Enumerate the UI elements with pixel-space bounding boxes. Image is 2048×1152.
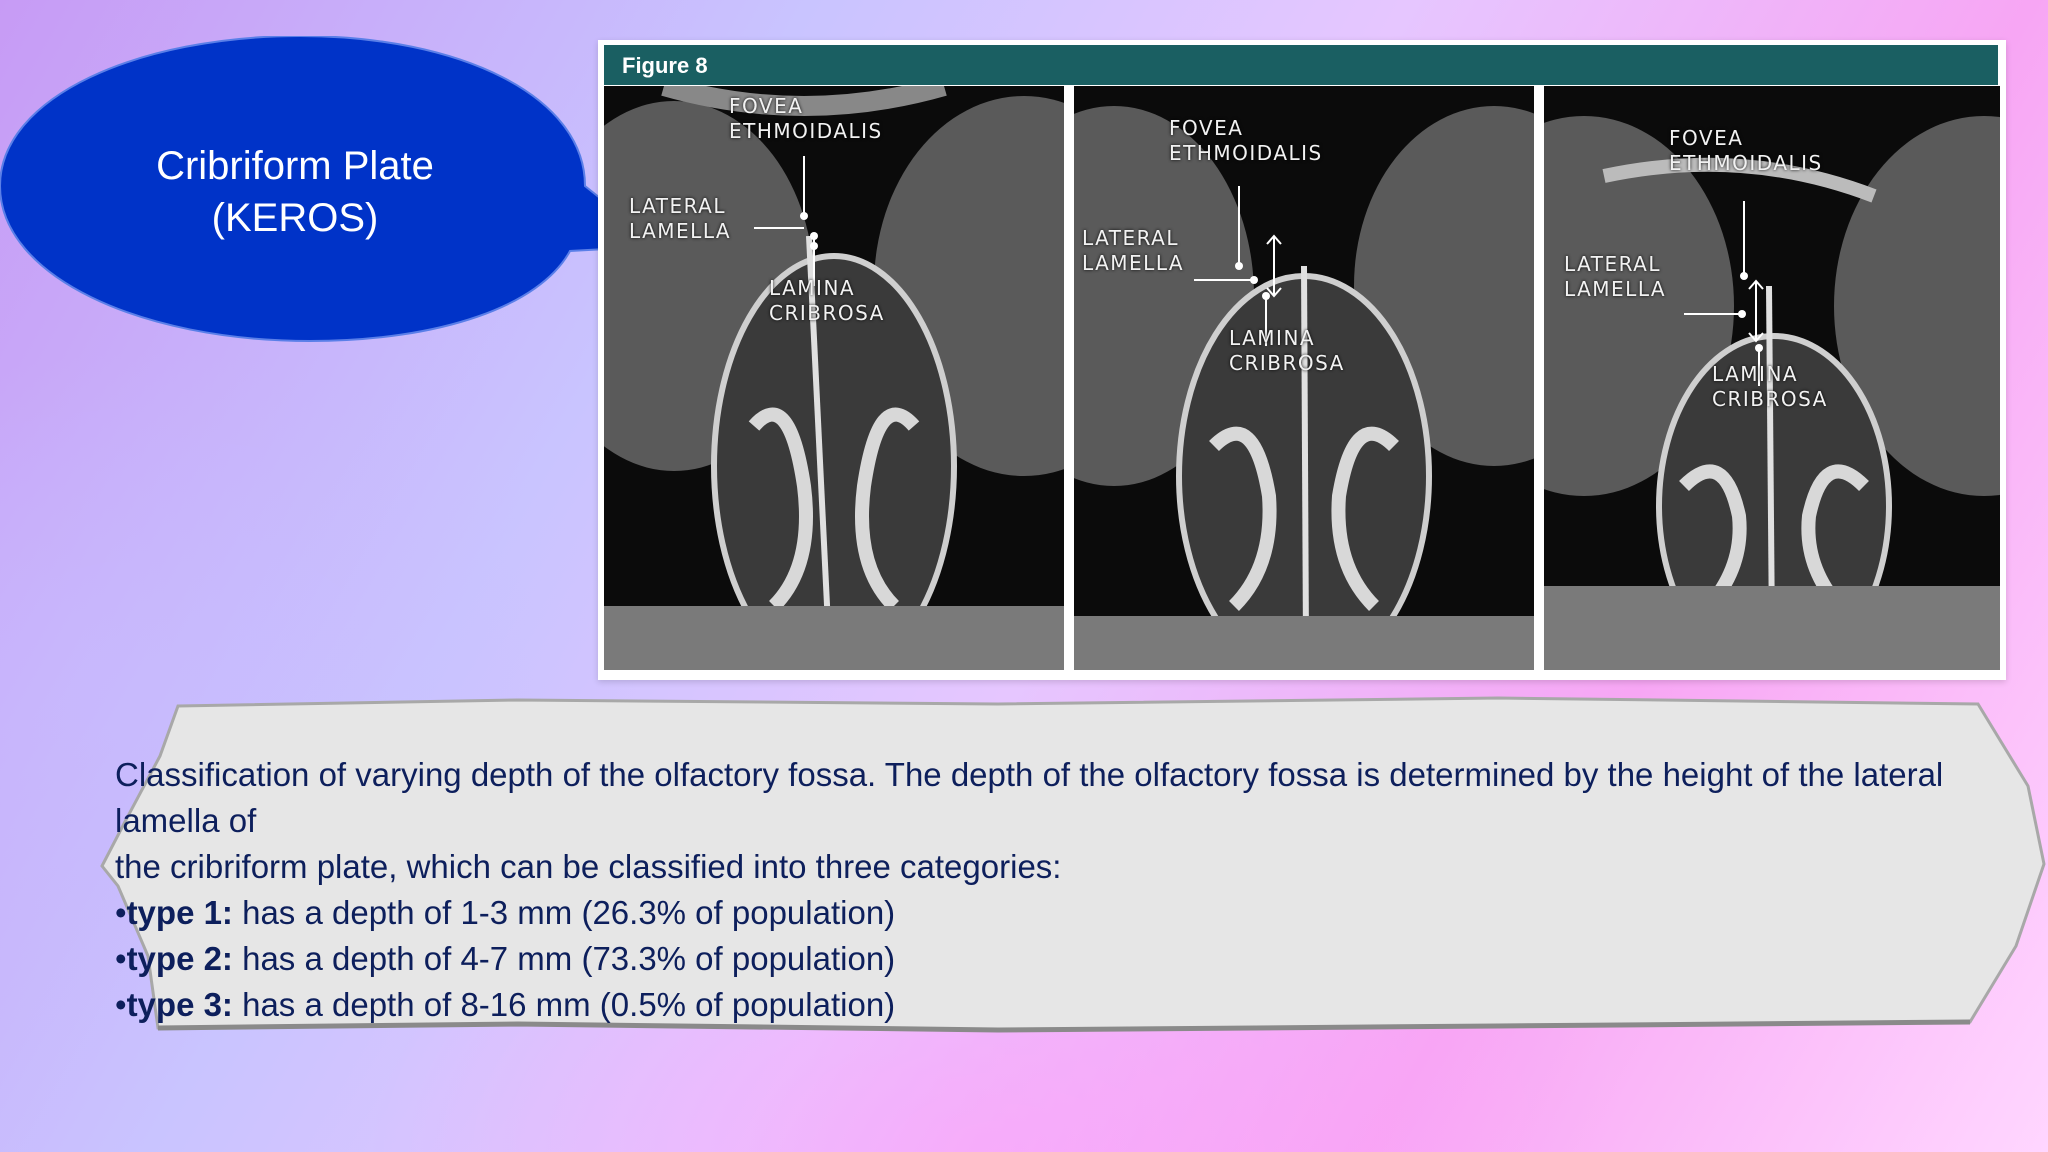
fovea-label-1: FOVEA ETHMOIDALIS (729, 94, 883, 144)
lamina-label-3: LAMINA CRIBROSA (1712, 362, 1828, 412)
lateral-label-2-line-1: LATERAL (1082, 226, 1179, 250)
lamina-label-2-line-1: LAMINA (1229, 326, 1316, 350)
lamina-label-1: LAMINA CRIBROSA (769, 276, 885, 326)
type-1-label: type 1: (126, 894, 233, 931)
lamina-label-1-line-2: CRIBROSA (769, 301, 885, 325)
callout-line-1: Cribriform Plate (156, 144, 434, 188)
callout-text: Cribriform Plate (KEROS) (60, 140, 530, 244)
lamina-label-2: LAMINA CRIBROSA (1229, 326, 1345, 376)
description-intro-line-1: Classification of varying depth of the o… (115, 756, 1944, 839)
lateral-label-2-line-2: LAMELLA (1082, 251, 1185, 275)
fovea-label-1-line-2: ETHMOIDALIS (729, 119, 883, 143)
fovea-label-3: FOVEA ETHMOIDALIS (1669, 126, 1823, 176)
fovea-label-2-line-1: FOVEA (1169, 116, 1244, 140)
fovea-label-2-line-2: ETHMOIDALIS (1169, 141, 1323, 165)
fovea-label-2: FOVEA ETHMOIDALIS (1169, 116, 1323, 166)
type-2-label: type 2: (126, 940, 233, 977)
fovea-label-1-line-1: FOVEA (729, 94, 804, 118)
lateral-label-3-line-1: LATERAL (1564, 252, 1661, 276)
ct-panel-1: FOVEA ETHMOIDALIS LATERAL LAMELLA LAMINA… (604, 86, 1064, 670)
description-intro-line-2: the cribriform plate, which can be class… (115, 848, 1062, 885)
ct-scan-image-1 (604, 86, 1064, 670)
type-3-text: has a depth of 8-16 mm (0.5% of populati… (232, 986, 896, 1023)
figure-title: Figure 8 (622, 53, 708, 78)
type-1-text: has a depth of 1-3 mm (26.3% of populati… (232, 894, 896, 931)
ct-scan-image-2 (1074, 106, 1534, 670)
type-3-item: •type 3: has a depth of 8-16 mm (0.5% of… (115, 986, 896, 1023)
lateral-label-3-line-2: LAMELLA (1564, 277, 1667, 301)
ct-panel-3: FOVEA ETHMOIDALIS LATERAL LAMELLA LAMINA… (1544, 86, 2000, 670)
lamina-label-1-line-1: LAMINA (769, 276, 856, 300)
description-text: Classification of varying depth of the o… (115, 752, 2035, 1028)
lamina-label-3-line-1: LAMINA (1712, 362, 1799, 386)
type-2-item: •type 2: has a depth of 4-7 mm (73.3% of… (115, 940, 896, 977)
lamina-label-2-line-2: CRIBROSA (1229, 351, 1345, 375)
type-1-item: •type 1: has a depth of 1-3 mm (26.3% of… (115, 894, 896, 931)
type-3-label: type 3: (126, 986, 233, 1023)
lateral-label-1: LATERAL LAMELLA (629, 194, 731, 244)
figure-header: Figure 8 (604, 45, 1998, 85)
lateral-label-2: LATERAL LAMELLA (1082, 226, 1184, 276)
callout-line-2: (KEROS) (211, 196, 379, 240)
lateral-label-1-line-1: LATERAL (629, 194, 726, 218)
fovea-label-3-line-1: FOVEA (1669, 126, 1744, 150)
fovea-label-3-line-2: ETHMOIDALIS (1669, 151, 1823, 175)
type-2-text: has a depth of 4-7 mm (73.3% of populati… (232, 940, 896, 977)
ct-panel-2: FOVEA ETHMOIDALIS LATERAL LAMELLA LAMINA… (1074, 86, 1534, 670)
lateral-label-1-line-2: LAMELLA (629, 219, 732, 243)
lamina-label-3-line-2: CRIBROSA (1712, 387, 1828, 411)
lateral-label-3: LATERAL LAMELLA (1564, 252, 1666, 302)
figure-card: Figure 8 FOVEA ETHMOIDALIS LATERAL LAMEL… (598, 40, 2006, 680)
